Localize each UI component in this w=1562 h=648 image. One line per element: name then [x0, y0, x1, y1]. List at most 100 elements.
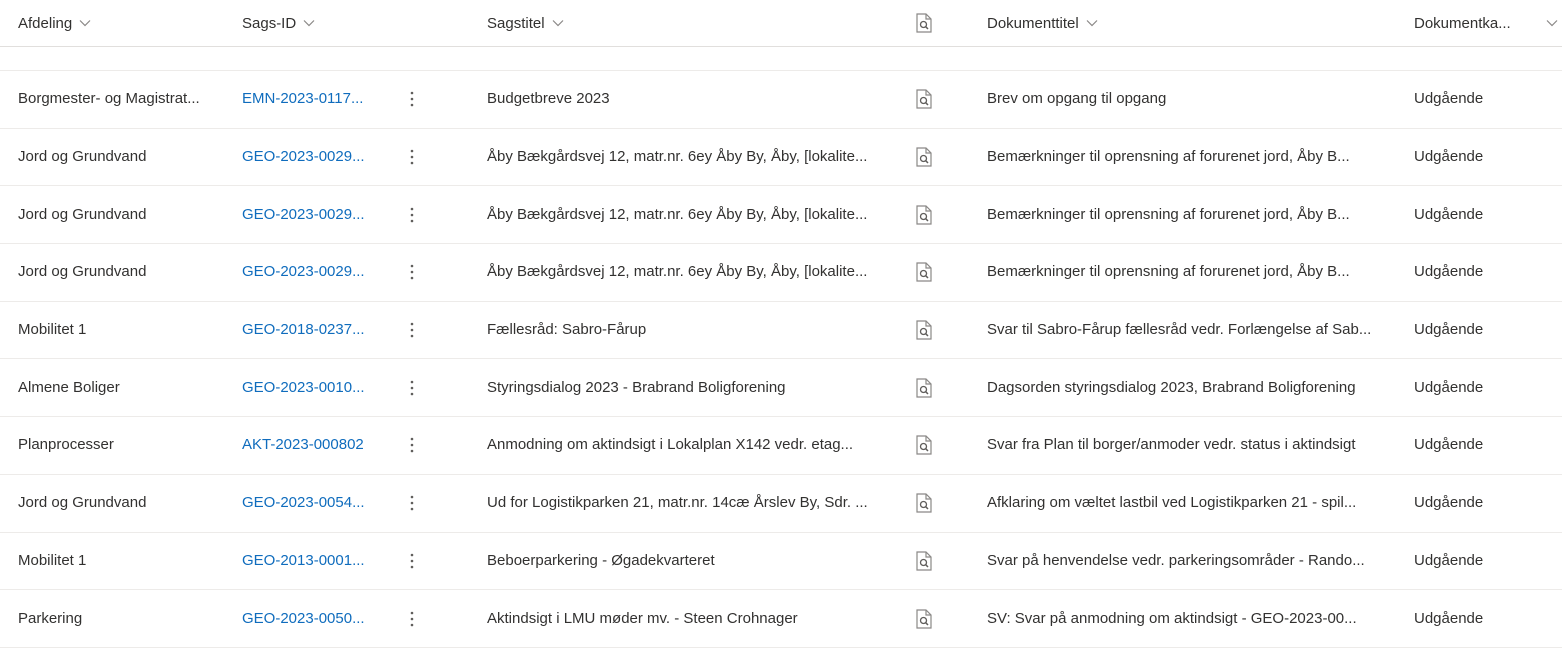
document-search-icon: [915, 147, 933, 167]
more-options-button[interactable]: [392, 549, 487, 573]
header-sags-id-label: Sags-ID: [242, 14, 297, 32]
cell-dokumentkategori: Udgående: [1414, 494, 1484, 512]
cell-dokumenttitel: Svar fra Plan til borger/anmoder vedr. s…: [987, 436, 1356, 454]
more-options-button[interactable]: [392, 607, 487, 631]
sags-id-link[interactable]: EMN-2023-0117...: [242, 89, 392, 109]
cell-afdeling: Jord og Grundvand: [18, 205, 147, 223]
document-file-button[interactable]: [897, 147, 987, 167]
cell-sagstitel: Åby Bækgårdsvej 12, matr.nr. 6ey Åby By,…: [487, 205, 868, 223]
document-file-button[interactable]: [897, 493, 987, 513]
document-search-icon: [915, 608, 933, 629]
cell-sagstitel: Åby Bækgårdsvej 12, matr.nr. 6ey Åby By,…: [487, 263, 868, 281]
header-file-type[interactable]: [897, 0, 987, 46]
sags-id-link[interactable]: GEO-2023-0054...: [242, 493, 392, 513]
sags-id-link[interactable]: AKT-2023-000802: [242, 435, 392, 455]
cell-dokumentkategori: Udgående: [1414, 205, 1484, 223]
cell-afdeling: Jord og Grundvand: [18, 148, 147, 166]
more-options-button[interactable]: [392, 433, 487, 457]
table-row[interactable]: Parkering GEO-2023-0050... Aktindsigt i …: [0, 590, 1562, 648]
header-dokumentkategori-chevron[interactable]: [1546, 0, 1562, 46]
header-sags-id[interactable]: Sags-ID: [242, 0, 392, 46]
more-vertical-icon: [410, 380, 414, 396]
document-file-button[interactable]: [897, 435, 987, 456]
cell-sagstitel: Anmodning om aktindsigt i Lokalplan X142…: [487, 436, 854, 454]
document-file-button[interactable]: [897, 205, 987, 225]
table-row[interactable]: Jord og Grundvand GEO-2023-0029... Åby B…: [0, 244, 1562, 302]
document-file-button[interactable]: [897, 89, 987, 109]
document-list: Borgmester- og Magistrat... EMN-2023-011…: [0, 13, 1562, 648]
cell-dokumentkategori: Udgående: [1414, 378, 1484, 396]
cell-sagstitel: Budgetbreve 2023: [487, 90, 610, 108]
header-afdeling[interactable]: Afdeling: [18, 0, 242, 46]
cell-afdeling: Mobilitet 1: [18, 321, 87, 339]
cell-dokumentkategori: Udgående: [1414, 90, 1484, 108]
cell-afdeling: Mobilitet 1: [18, 551, 87, 569]
cell-dokumenttitel: Afklaring om væltet lastbil ved Logistik…: [987, 494, 1357, 512]
column-header-row: Afdeling Sags-ID Sagstitel Dokumenttitel…: [0, 0, 1562, 47]
document-file-button[interactable]: [897, 608, 987, 629]
header-sagstitel-label: Sagstitel: [487, 14, 545, 32]
cell-sagstitel: Styringsdialog 2023 - Brabrand Boligfore…: [487, 378, 786, 396]
cell-dokumentkategori: Udgående: [1414, 148, 1484, 166]
more-options-button[interactable]: [392, 87, 487, 111]
header-sagstitel[interactable]: Sagstitel: [487, 0, 897, 46]
cell-sagstitel: Fællesråd: Sabro-Fårup: [487, 321, 647, 339]
cell-afdeling: Borgmester- og Magistrat...: [18, 90, 200, 108]
chevron-down-icon: [1086, 19, 1098, 27]
table-row[interactable]: Mobilitet 1 GEO-2018-0237... Fællesråd: …: [0, 302, 1562, 360]
sags-id-link[interactable]: GEO-2023-0029...: [242, 147, 392, 167]
cell-dokumentkategori: Udgående: [1414, 609, 1484, 627]
sags-id-link[interactable]: GEO-2023-0010...: [242, 378, 392, 398]
document-search-icon: [915, 320, 933, 340]
cell-sagstitel: Beboerparkering - Øgadekvarteret: [487, 551, 715, 569]
table-row[interactable]: Planprocesser AKT-2023-000802 Anmodning …: [0, 417, 1562, 475]
cell-dokumenttitel: Bemærkninger til oprensning af forurenet…: [987, 205, 1350, 223]
more-vertical-icon: [410, 264, 414, 280]
header-dokumenttitel[interactable]: Dokumenttitel: [987, 0, 1414, 46]
cell-dokumenttitel: Svar på henvendelse vedr. parkeringsområ…: [987, 551, 1365, 569]
document-file-button[interactable]: [897, 551, 987, 571]
document-search-icon: [915, 493, 933, 513]
chevron-down-icon: [1546, 19, 1558, 27]
cell-afdeling: Jord og Grundvand: [18, 263, 147, 281]
more-vertical-icon: [410, 611, 414, 627]
more-options-button[interactable]: [392, 318, 487, 342]
cell-dokumentkategori: Udgående: [1414, 551, 1484, 569]
document-search-icon: [915, 205, 933, 225]
table-row[interactable]: Jord og Grundvand GEO-2023-0029... Åby B…: [0, 129, 1562, 187]
cell-sagstitel: Åby Bækgårdsvej 12, matr.nr. 6ey Åby By,…: [487, 148, 868, 166]
more-vertical-icon: [410, 207, 414, 223]
table-row[interactable]: Mobilitet 1 GEO-2013-0001... Beboerparke…: [0, 533, 1562, 591]
document-search-icon: [915, 89, 933, 109]
sags-id-link[interactable]: GEO-2018-0237...: [242, 320, 392, 340]
sags-id-link[interactable]: GEO-2023-0029...: [242, 262, 392, 282]
cell-dokumenttitel: SV: Svar på anmodning om aktindsigt - GE…: [987, 609, 1357, 627]
sags-id-link[interactable]: GEO-2023-0029...: [242, 205, 392, 225]
more-vertical-icon: [410, 149, 414, 165]
document-search-icon: [915, 378, 933, 398]
cell-afdeling: Jord og Grundvand: [18, 494, 147, 512]
header-dokumenttitel-label: Dokumenttitel: [987, 14, 1079, 32]
document-search-icon: [915, 262, 933, 283]
table-row[interactable]: Almene Boliger GEO-2023-0010... Styrings…: [0, 359, 1562, 418]
more-options-button[interactable]: [392, 491, 487, 515]
more-options-button[interactable]: [392, 376, 487, 400]
document-file-button[interactable]: [897, 320, 987, 340]
more-options-button[interactable]: [392, 203, 487, 227]
sags-id-link[interactable]: GEO-2023-0050...: [242, 609, 392, 629]
table-row[interactable]: Jord og Grundvand GEO-2023-0029... Åby B…: [0, 186, 1562, 245]
table-row[interactable]: Jord og Grundvand GEO-2023-0054... Ud fo…: [0, 475, 1562, 533]
header-afdeling-label: Afdeling: [18, 14, 73, 32]
cell-dokumentkategori: Udgående: [1414, 321, 1484, 339]
cell-dokumentkategori: Udgående: [1414, 263, 1484, 281]
document-file-button[interactable]: [897, 378, 987, 398]
document-file-button[interactable]: [897, 262, 987, 283]
chevron-down-icon: [552, 19, 564, 27]
header-dokumentkategori[interactable]: Dokumentka...: [1414, 0, 1546, 46]
more-options-button[interactable]: [392, 260, 487, 284]
table-row[interactable]: Borgmester- og Magistrat... EMN-2023-011…: [0, 71, 1562, 129]
sags-id-link[interactable]: GEO-2013-0001...: [242, 551, 392, 571]
cell-sagstitel: Aktindsigt i LMU møder mv. - Steen Crohn…: [487, 609, 798, 627]
more-options-button[interactable]: [392, 145, 487, 169]
more-vertical-icon: [410, 495, 414, 511]
